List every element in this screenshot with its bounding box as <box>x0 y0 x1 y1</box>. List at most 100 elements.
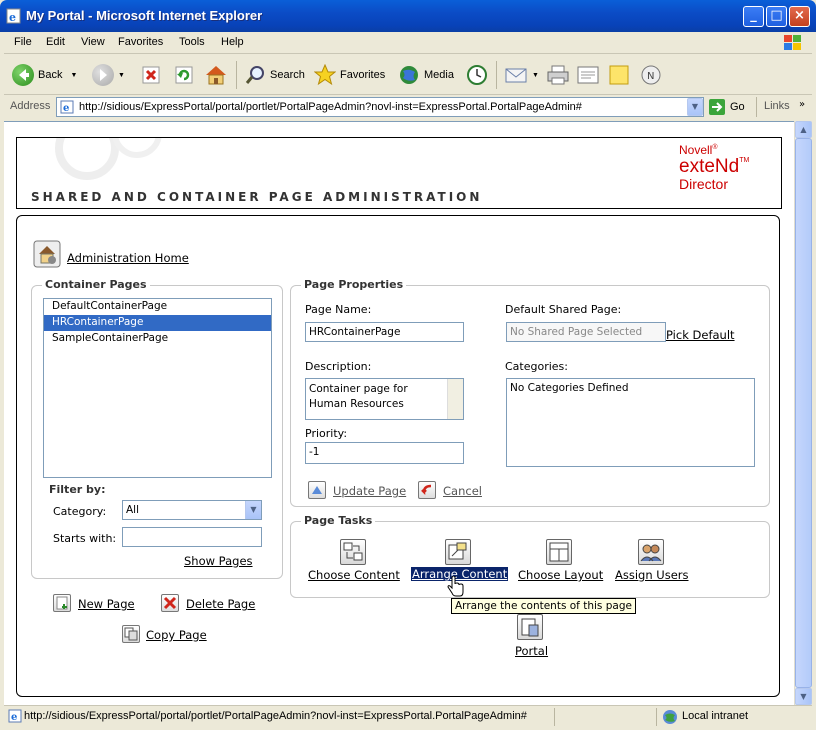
arrange-content-icon[interactable] <box>445 539 471 565</box>
scroll-down-button[interactable]: ▼ <box>795 688 812 705</box>
choose-layout-icon[interactable] <box>546 539 572 565</box>
status-zone: Local intranet <box>682 710 749 722</box>
category-select[interactable]: All ▼ <box>122 500 262 520</box>
admin-home-icon[interactable] <box>33 240 61 268</box>
choose-content-icon[interactable] <box>340 539 366 565</box>
list-item-sample-container-page[interactable]: SampleContainerPage <box>44 331 271 347</box>
address-input[interactable]: e http://sidious/ExpressPortal/portal/po… <box>56 97 704 117</box>
menu-favorites[interactable]: Favorites <box>118 36 163 48</box>
admin-panel: Administration Home Container Pages Defa… <box>16 215 780 697</box>
address-bar: Address e http://sidious/ExpressPortal/p… <box>4 95 812 119</box>
scroll-up-button[interactable]: ▲ <box>795 121 812 138</box>
go-label: Go <box>730 101 745 113</box>
intranet-globe-icon <box>662 709 678 725</box>
portal-link[interactable]: Portal <box>515 644 548 658</box>
printer-icon <box>547 65 569 85</box>
links-label[interactable]: Links <box>764 100 790 112</box>
messenger-icon: N <box>641 65 661 85</box>
priority-input[interactable]: -1 <box>305 442 464 464</box>
portal-icon[interactable] <box>517 614 543 640</box>
address-dropdown-button[interactable]: ▼ <box>687 98 703 116</box>
new-page-link[interactable]: New Page <box>78 597 135 611</box>
media-button[interactable]: Media <box>398 63 454 87</box>
stop-icon <box>142 66 160 84</box>
novell-brand-logo: Novell® exteNdTM Director <box>679 144 779 200</box>
window-title: My Portal - Microsoft Internet Explorer <box>26 8 263 23</box>
assign-users-icon[interactable] <box>638 539 664 565</box>
go-button[interactable]: Go <box>708 98 745 116</box>
categories-label: Categories: <box>505 360 568 373</box>
maximize-button[interactable]: □ <box>766 6 787 27</box>
scroll-thumb[interactable] <box>795 138 812 688</box>
pick-default-link[interactable]: Pick Default <box>666 328 735 342</box>
stop-button[interactable] <box>141 63 161 87</box>
list-item-hr-container-page[interactable]: HRContainerPage <box>44 315 271 331</box>
status-divider <box>554 708 555 726</box>
page-heading: SHARED AND CONTAINER PAGE ADMINISTRATION <box>31 190 483 204</box>
home-icon <box>206 66 226 85</box>
links-chevron-icon[interactable]: » <box>799 99 805 110</box>
print-button[interactable] <box>546 63 570 87</box>
discuss-button[interactable] <box>608 63 630 87</box>
svg-text:e: e <box>11 712 17 723</box>
hand-cursor-icon <box>447 576 464 597</box>
home-button[interactable] <box>204 63 228 87</box>
brand-trademark: TM <box>739 157 750 164</box>
media-label: Media <box>424 69 454 81</box>
toolbar-separator <box>236 61 237 89</box>
chevron-down-icon: ▼ <box>245 501 261 519</box>
categories-list[interactable]: No Categories Defined <box>506 378 755 467</box>
forward-dropdown-icon[interactable]: ▼ <box>118 72 125 79</box>
close-button[interactable]: × <box>789 6 810 27</box>
menu-tools[interactable]: Tools <box>179 36 205 48</box>
page-content: Novell® exteNdTM Director SHARED AND CON… <box>4 121 794 705</box>
description-textarea[interactable]: Container page for Human Resources <box>305 378 464 420</box>
page-tasks-legend: Page Tasks <box>301 514 376 527</box>
container-pages-list[interactable]: DefaultContainerPage HRContainerPage Sam… <box>43 298 272 478</box>
minimize-button[interactable]: _ <box>743 6 764 27</box>
list-item-default-container-page[interactable]: DefaultContainerPage <box>44 299 271 315</box>
brand-director: Director <box>679 176 729 192</box>
menu-file[interactable]: File <box>14 36 32 48</box>
mail-button[interactable]: ▼ <box>504 63 539 87</box>
history-button[interactable] <box>466 63 488 87</box>
favorites-button[interactable]: Favorites <box>314 63 385 87</box>
show-pages-link[interactable]: Show Pages <box>184 554 253 568</box>
textarea-scrollbar[interactable] <box>447 379 463 419</box>
forward-button[interactable]: ▼ <box>92 63 125 87</box>
edit-button[interactable] <box>576 63 600 87</box>
update-page-link[interactable]: Update Page <box>333 484 406 498</box>
svg-text:N: N <box>647 71 654 82</box>
cancel-icon[interactable] <box>418 481 436 499</box>
container-pages-group: Container Pages DefaultContainerPage HRC… <box>31 278 283 579</box>
delete-page-link[interactable]: Delete Page <box>186 597 255 611</box>
refresh-button[interactable] <box>174 63 194 87</box>
starts-with-input[interactable] <box>122 527 262 547</box>
messenger-button[interactable]: N <box>640 63 662 87</box>
copy-page-icon[interactable] <box>122 625 140 643</box>
choose-layout-link[interactable]: Choose Layout <box>518 568 603 582</box>
back-button[interactable]: Back ▼ <box>12 63 77 87</box>
vertical-scrollbar[interactable]: ▲ ▼ <box>794 121 812 705</box>
filter-by-label: Filter by: <box>49 483 106 496</box>
window-titlebar[interactable]: e My Portal - Microsoft Internet Explore… <box>0 0 816 32</box>
choose-content-link[interactable]: Choose Content <box>308 568 400 582</box>
assign-users-link[interactable]: Assign Users <box>615 568 689 582</box>
new-page-icon[interactable] <box>53 594 71 612</box>
search-button[interactable]: Search <box>244 63 305 87</box>
menu-edit[interactable]: Edit <box>46 36 65 48</box>
copy-page-link[interactable]: Copy Page <box>146 628 207 642</box>
ie-app-icon: e <box>6 8 22 24</box>
mail-dropdown-icon[interactable]: ▼ <box>532 72 539 79</box>
menu-view[interactable]: View <box>81 36 105 48</box>
cancel-link[interactable]: Cancel <box>443 484 482 498</box>
search-label: Search <box>270 69 305 81</box>
page-name-input[interactable]: HRContainerPage <box>305 322 464 342</box>
admin-home-link[interactable]: Administration Home <box>67 251 189 265</box>
back-label: Back <box>38 69 63 81</box>
delete-page-icon[interactable] <box>161 594 179 612</box>
back-dropdown-icon[interactable]: ▼ <box>70 72 77 79</box>
forward-arrow-icon <box>92 64 114 86</box>
update-page-icon[interactable] <box>308 481 326 499</box>
menu-help[interactable]: Help <box>221 36 244 48</box>
